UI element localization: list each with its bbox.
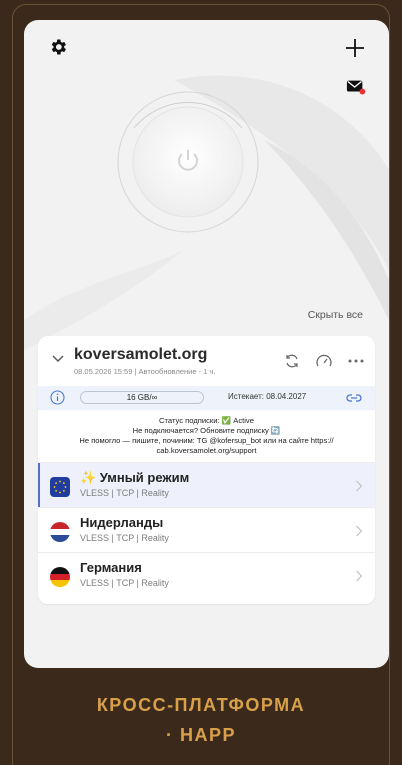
- server-protocol: VLESS | TCP | Reality: [80, 578, 169, 588]
- expiry-date: Истекает: 08.04.2027: [228, 392, 307, 401]
- subscription-header[interactable]: koversamolet.org 08.05.2026 15:59 | Авто…: [38, 336, 375, 386]
- notice-line: Не помогло — пишите, починим: TG @kofers…: [79, 436, 334, 445]
- power-button[interactable]: [114, 88, 262, 236]
- subscription-meta: 08.05.2026 15:59 | Автообновление - 1 ч.: [74, 367, 216, 376]
- chevron-right-icon: [356, 570, 363, 582]
- plus-icon: [346, 39, 364, 57]
- add-button[interactable]: [344, 37, 366, 59]
- server-item-smart[interactable]: ✨ Умный режим VLESS | TCP | Reality: [38, 462, 375, 508]
- footer-caption: КРОСС-ПЛАТФОРМА · HAPP: [0, 690, 402, 750]
- hide-all-button[interactable]: Скрыть все: [308, 309, 363, 321]
- info-icon[interactable]: [50, 390, 65, 405]
- settings-button[interactable]: [48, 37, 68, 57]
- server-name: ✨ Умный режим: [80, 470, 190, 485]
- server-item-germany[interactable]: Германия VLESS | TCP | Reality: [38, 552, 375, 597]
- nl-flag-icon: [50, 522, 70, 542]
- server-protocol: VLESS | TCP | Reality: [80, 488, 169, 498]
- chevron-right-icon: [356, 480, 363, 492]
- server-name: Германия: [80, 560, 142, 575]
- subscription-info-bar: 16 GB/∞ Истекает: 08.04.2027: [38, 386, 375, 410]
- traffic-usage: 16 GB/∞: [80, 391, 204, 404]
- de-flag-icon: [50, 567, 70, 587]
- server-protocol: VLESS | TCP | Reality: [80, 533, 169, 543]
- subscription-notice: Статус подписки: ✅ Active Не подключаетс…: [46, 416, 367, 456]
- app-screen: Скрыть все koversamolet.org 08.05.2026 1…: [24, 20, 389, 668]
- gear-icon: [51, 39, 66, 55]
- link-icon[interactable]: [345, 391, 363, 405]
- chevron-right-icon: [356, 525, 363, 537]
- speedometer-icon[interactable]: [315, 353, 333, 369]
- subscription-name: koversamolet.org: [74, 346, 208, 363]
- footer-line: · HAPP: [165, 725, 236, 745]
- power-icon: [178, 150, 198, 171]
- server-item-netherlands[interactable]: Нидерланды VLESS | TCP | Reality: [38, 507, 375, 552]
- subscription-card: koversamolet.org 08.05.2026 15:59 | Авто…: [38, 336, 375, 604]
- mail-alert-icon: [346, 80, 366, 95]
- notice-line: Не подключается? Обновите подписку 🔄: [132, 426, 281, 435]
- footer-line: КРОСС-ПЛАТФОРМА: [96, 695, 306, 715]
- eu-flag-icon: [50, 477, 70, 497]
- notice-line: Статус подписки: ✅ Active: [159, 416, 254, 425]
- notice-line: cab.koversamolet.org/support: [156, 446, 257, 455]
- refresh-icon[interactable]: [284, 353, 300, 369]
- server-name: Нидерланды: [80, 515, 164, 530]
- chevron-down-icon[interactable]: [52, 354, 64, 364]
- more-icon[interactable]: [348, 358, 364, 364]
- mail-button[interactable]: [346, 78, 366, 96]
- active-indicator: [38, 463, 40, 508]
